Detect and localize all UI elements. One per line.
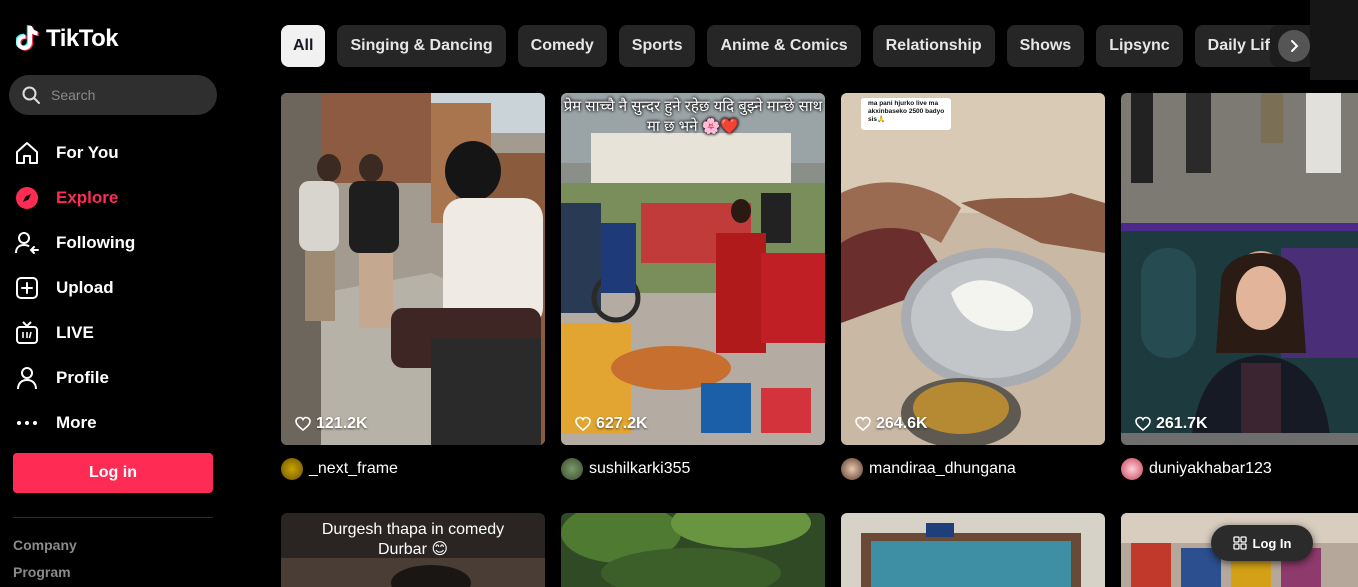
video-author[interactable]: sushilkarki355 — [561, 458, 690, 480]
nav-label: LIVE — [56, 322, 94, 342]
category-chip-relationship[interactable]: Relationship — [872, 25, 995, 67]
author-username: _next_frame — [309, 460, 398, 477]
video-thumbnail — [561, 513, 825, 587]
main-nav: For You Explore Following Upload LIVE Pr… — [14, 130, 135, 445]
like-count-value: 264.6K — [876, 415, 928, 432]
nav-item-explore[interactable]: Explore — [14, 175, 135, 220]
video-card[interactable] — [841, 513, 1105, 587]
video-caption-line2: Durbar 😊 — [377, 541, 449, 558]
nav-label: More — [56, 412, 97, 432]
search-icon — [22, 86, 40, 104]
floating-login-label: Log In — [1252, 535, 1292, 551]
search-input[interactable] — [51, 87, 201, 103]
category-chip-lipsync[interactable]: Lipsync — [1096, 25, 1183, 67]
video-author[interactable]: duniyakhabar123 — [1121, 458, 1272, 480]
nav-item-following[interactable]: Following — [14, 220, 135, 265]
nav-item-upload[interactable]: Upload — [14, 265, 135, 310]
tiktok-logo-icon — [16, 25, 39, 51]
chevron-right-icon — [1291, 40, 1299, 52]
like-count: 627.2K — [575, 415, 648, 433]
like-count: 121.2K — [295, 415, 368, 433]
video-card[interactable]: प्रेम साच्चै नै सुन्दर हुने रहेछ यदि बुझ… — [561, 93, 825, 445]
heart-icon — [575, 416, 591, 432]
like-count: 261.7K — [1135, 415, 1208, 433]
avatar — [1121, 458, 1143, 480]
category-bar: All Singing & Dancing Comedy Sports Anim… — [281, 25, 1292, 67]
floating-login-button[interactable]: Log In — [1211, 525, 1313, 561]
login-button[interactable]: Log in — [13, 453, 213, 493]
nav-label: Upload — [56, 277, 114, 297]
video-author[interactable]: _next_frame — [281, 458, 398, 480]
following-icon — [14, 230, 40, 256]
nav-item-profile[interactable]: Profile — [14, 355, 135, 400]
nav-item-for-you[interactable]: For You — [14, 130, 135, 175]
logo-text: TikTok — [46, 25, 119, 52]
category-chip-comedy[interactable]: Comedy — [517, 25, 607, 67]
video-thumbnail — [841, 513, 1105, 587]
profile-icon — [14, 365, 40, 391]
tiktok-logo[interactable]: TikTok — [16, 24, 119, 54]
video-caption: प्रेम साच्चै नै सुन्दर हुने रहेछ यदि बुझ… — [563, 98, 823, 135]
nav-item-more[interactable]: More — [14, 400, 135, 445]
nav-label: Following — [56, 232, 136, 252]
more-icon — [14, 410, 40, 436]
nav-label: For You — [56, 142, 119, 162]
like-count-value: 627.2K — [596, 415, 648, 432]
footer-link-company[interactable]: Company — [13, 537, 77, 553]
like-count-value: 121.2K — [316, 415, 368, 432]
upload-icon — [14, 275, 40, 301]
video-thumbnail — [841, 93, 1105, 445]
video-card[interactable]: ma pani hjurko live ma akxinbaseko 2500 … — [841, 93, 1105, 445]
video-thumbnail — [281, 93, 545, 445]
compass-icon — [14, 185, 40, 211]
video-caption: ma pani hjurko live ma akxinbaseko 2500 … — [868, 100, 945, 123]
like-count: 264.6K — [855, 415, 928, 433]
category-chip-anime-comics[interactable]: Anime & Comics — [707, 25, 861, 67]
live-icon — [14, 320, 40, 346]
avatar — [281, 458, 303, 480]
author-username: duniyakhabar123 — [1149, 460, 1272, 477]
video-card[interactable]: 261.7K — [1121, 93, 1358, 445]
sidebar: TikTok For You Explore Following — [0, 0, 240, 587]
like-count-value: 261.7K — [1156, 415, 1208, 432]
category-scroll-right-button[interactable] — [1278, 30, 1310, 62]
avatar — [841, 458, 863, 480]
category-chip-shows[interactable]: Shows — [1006, 25, 1085, 67]
video-caption-line1: Durgesh thapa in comedy — [321, 521, 505, 538]
heart-icon — [1135, 416, 1151, 432]
search-bar[interactable] — [9, 75, 217, 115]
category-chip-sports[interactable]: Sports — [618, 25, 696, 67]
video-author[interactable]: mandiraa_dhungana — [841, 458, 1016, 480]
login-icon — [1232, 536, 1247, 550]
video-card[interactable]: 121.2K — [281, 93, 545, 445]
heart-icon — [295, 416, 311, 432]
home-icon — [14, 140, 40, 166]
video-thumbnail — [1121, 93, 1358, 445]
category-chip-all[interactable]: All — [281, 25, 326, 67]
heart-icon — [855, 416, 871, 432]
sidebar-divider — [13, 517, 213, 518]
video-thumbnail — [561, 93, 825, 445]
video-card[interactable] — [561, 513, 825, 587]
nav-item-live[interactable]: LIVE — [14, 310, 135, 355]
category-chip-singing-dancing[interactable]: Singing & Dancing — [337, 25, 506, 67]
nav-label: Explore — [56, 187, 119, 207]
avatar — [561, 458, 583, 480]
nav-label: Profile — [56, 367, 109, 387]
video-card[interactable]: Durgesh thapa in comedy Durbar 😊 — [281, 513, 545, 587]
author-username: sushilkarki355 — [589, 460, 691, 477]
author-username: mandiraa_dhungana — [869, 460, 1016, 477]
footer-link-program[interactable]: Program — [13, 564, 71, 580]
right-edge-strip — [1310, 0, 1358, 80]
